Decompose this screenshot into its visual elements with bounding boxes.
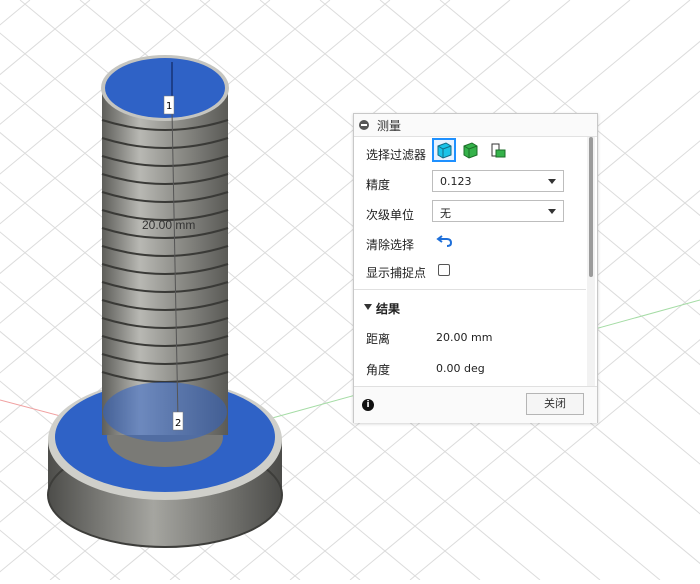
dimension-label: 20.00 mm	[142, 218, 195, 232]
body-filter-icon[interactable]	[460, 140, 480, 160]
collapse-icon[interactable]	[359, 120, 369, 130]
marker-1: 1	[163, 95, 175, 115]
face-filter-icon[interactable]	[432, 138, 456, 162]
snap-points-checkbox[interactable]	[438, 264, 450, 276]
component-filter-icon[interactable]	[488, 140, 508, 160]
chevron-down-icon	[548, 209, 556, 214]
distance-label: 距离	[366, 332, 391, 346]
chevron-down-icon	[548, 179, 556, 184]
secondary-units-select[interactable]: 无	[432, 200, 564, 222]
clear-selection-label: 清除选择	[366, 238, 415, 252]
svg-text:1: 1	[166, 101, 172, 112]
dialog-title: 测量	[377, 119, 402, 133]
svg-text:2: 2	[175, 418, 181, 429]
close-button[interactable]: 关闭	[526, 393, 584, 415]
distance-value: 20.00 mm	[436, 331, 493, 344]
dialog-footer: i 关闭	[354, 386, 597, 423]
secondary-units-label: 次级单位	[366, 208, 415, 222]
info-icon[interactable]: i	[362, 399, 374, 411]
angle-value: 0.00 deg	[436, 362, 485, 375]
show-snap-points-label: 显示捕捉点	[366, 266, 427, 280]
expand-triangle-icon[interactable]	[364, 304, 372, 310]
dialog-scrollbar[interactable]	[587, 137, 595, 387]
angle-label: 角度	[366, 363, 391, 377]
dialog-header: 测量	[354, 114, 597, 137]
undo-icon[interactable]	[436, 231, 454, 253]
divider	[354, 289, 586, 290]
selection-filter-label: 选择过滤器	[366, 148, 427, 162]
marker-2: 2	[172, 411, 184, 431]
precision-label: 精度	[366, 178, 391, 192]
scroll-thumb[interactable]	[589, 137, 593, 277]
precision-select[interactable]: 0.123	[432, 170, 564, 192]
measure-dialog: 测量 选择过滤器 精度 0.123 次级单位 无 清除选择 显示捕捉点 结果 距…	[353, 113, 598, 423]
results-title: 结果	[376, 302, 401, 316]
